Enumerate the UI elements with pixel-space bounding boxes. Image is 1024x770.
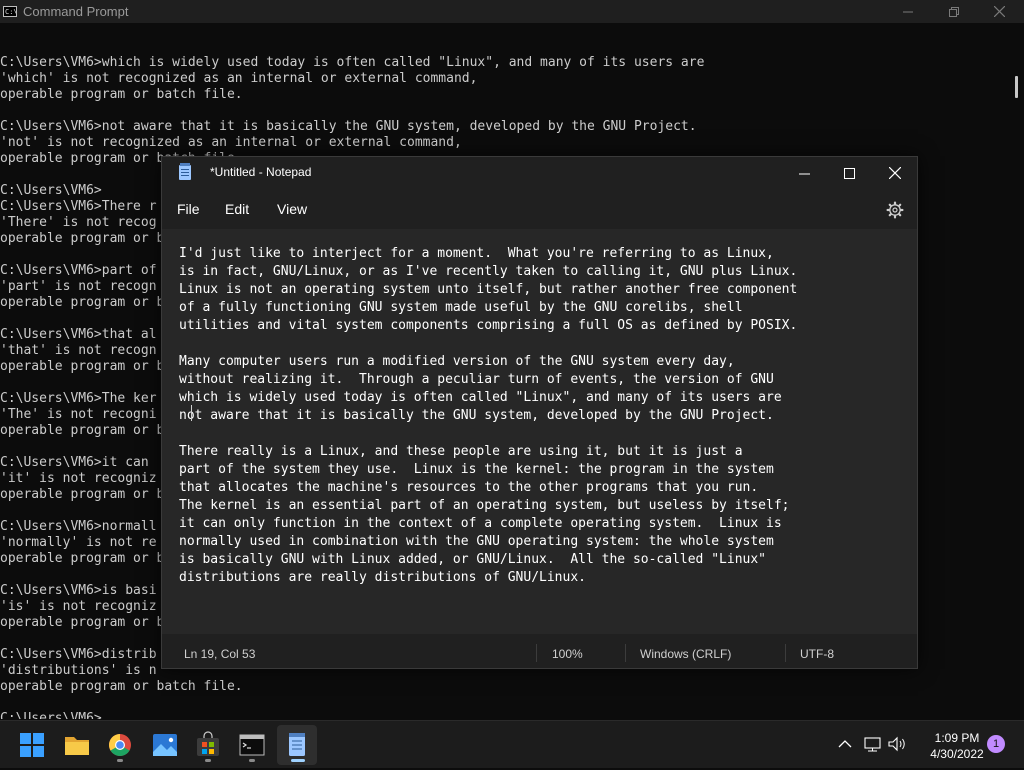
notepad-text-line: I'd just like to interject for a moment.…	[179, 246, 774, 261]
settings-button[interactable]	[884, 199, 906, 221]
notepad-text-line: There really is a Linux, and these peopl…	[179, 444, 743, 459]
notepad-menubar: File Edit View	[162, 195, 917, 223]
notepad-text-line: it can only function in the context of a…	[179, 516, 782, 531]
notepad-text-line: is in fact, GNU/Linux, or as I've recent…	[179, 264, 798, 279]
show-hidden-icons-button[interactable]	[834, 733, 856, 755]
status-divider	[785, 644, 786, 662]
network-icon	[864, 737, 881, 752]
windows-logo-icon	[20, 733, 44, 757]
folder-icon	[65, 737, 89, 755]
notepad-text-line: distributions are really distributions o…	[179, 570, 586, 585]
notepad-titlebar[interactable]: *Untitled - Notepad	[162, 157, 917, 189]
close-icon	[889, 167, 901, 179]
notepad-text-line: without realizing it. Through a peculiar…	[179, 372, 774, 387]
notepad-text-line: The kernel is an essential part of an op…	[179, 498, 790, 513]
restore-icon	[949, 6, 959, 17]
mouse-ibeam-cursor	[191, 405, 192, 421]
cmd-output-line	[0, 39, 1014, 55]
speaker-icon	[888, 736, 905, 752]
notepad-minimize-button[interactable]	[781, 157, 827, 189]
notepad-maximize-button[interactable]	[826, 157, 872, 189]
status-zoom: 100%	[552, 647, 583, 661]
notepad-close-button[interactable]	[872, 157, 918, 189]
cmd-output-line: C:\Users\VM6>	[0, 711, 102, 719]
minimize-icon	[798, 173, 810, 174]
cmd-output-line: C:\Users\VM6>which is widely used today …	[0, 55, 705, 70]
clock-time: 1:09 PM	[934, 731, 980, 745]
photos-icon	[153, 734, 177, 756]
taskbar-file-explorer[interactable]	[57, 725, 97, 765]
notepad-text-line	[179, 425, 899, 443]
cmd-minimize-button[interactable]	[885, 0, 931, 23]
notification-badge[interactable]: 1	[987, 735, 1005, 753]
active-indicator	[291, 759, 305, 762]
menu-edit[interactable]: Edit	[225, 201, 249, 217]
notepad-text-content[interactable]: I'd just like to interject for a moment.…	[179, 245, 899, 587]
cmd-output-line: operable program or batch file.	[0, 679, 243, 694]
cmd-scrollbar[interactable]	[1014, 23, 1024, 720]
cmd-window-title: Command Prompt	[23, 4, 129, 19]
notepad-text-line: which is widely used today is often call…	[179, 390, 782, 405]
taskbar-photos[interactable]	[145, 725, 185, 765]
cmd-output-line: 'not' is not recognized as an internal o…	[0, 135, 462, 150]
cmd-output-line	[0, 103, 1014, 119]
clock-date: 4/30/2022	[930, 747, 984, 761]
cmd-output-line	[0, 695, 1014, 711]
notepad-statusbar: Ln 19, Col 53 100% Windows (CRLF) UTF-8	[162, 634, 917, 668]
start-button[interactable]	[12, 725, 52, 765]
status-encoding: UTF-8	[800, 647, 834, 661]
taskbar-command-prompt[interactable]	[232, 725, 272, 765]
cmd-output-line: operable program or batch file.	[0, 87, 243, 102]
network-status[interactable]	[862, 733, 884, 755]
maximize-icon	[843, 167, 855, 179]
status-line-ending: Windows (CRLF)	[640, 647, 732, 661]
cmd-titlebar[interactable]: C:\ Command Prompt	[0, 0, 1024, 23]
gear-icon	[886, 201, 904, 219]
command-prompt-icon: C:\	[3, 6, 17, 17]
notepad-text-line: Linux is not an operating system unto it…	[179, 282, 798, 297]
menu-file[interactable]: File	[177, 201, 200, 217]
taskbar-chrome[interactable]	[100, 725, 140, 765]
notepad-text-line: is basically GNU with Linux added, or GN…	[179, 552, 766, 567]
minimize-icon	[903, 11, 913, 12]
status-cursor-position: Ln 19, Col 53	[184, 647, 256, 661]
cmd-close-button[interactable]	[976, 0, 1022, 23]
notepad-text-line: not aware that it is basically the GNU s…	[179, 408, 774, 423]
notepad-text-line	[179, 335, 899, 353]
notepad-text-line: of a fully functioning GNU system made u…	[179, 300, 743, 315]
notepad-window-title: *Untitled - Notepad	[210, 165, 312, 179]
volume-control[interactable]	[886, 733, 908, 755]
notepad-text-area[interactable]: I'd just like to interject for a moment.…	[162, 229, 917, 634]
taskbar-notepad[interactable]	[277, 725, 317, 765]
taskbar: 1:09 PM 4/30/2022	[0, 720, 1024, 768]
notepad-text-line: that allocates the machine's resources t…	[179, 480, 759, 495]
notepad-text-line: Many computer users run a modified versi…	[179, 354, 735, 369]
notepad-text-line: utilities and vital system components co…	[179, 318, 798, 333]
cmd-scroll-thumb[interactable]	[1015, 76, 1018, 98]
clock[interactable]: 1:09 PM 4/30/2022	[920, 730, 994, 762]
taskbar-store[interactable]	[188, 725, 228, 765]
running-indicator	[249, 759, 255, 762]
status-divider	[625, 644, 626, 662]
cmd-output-line: C:\Users\VM6>not aware that it is basica…	[0, 119, 697, 134]
notepad-text-line: normally used in combination with the GN…	[179, 534, 774, 549]
running-indicator	[205, 759, 211, 762]
running-indicator	[117, 759, 123, 762]
notepad-icon	[179, 163, 191, 180]
menu-view[interactable]: View	[277, 201, 307, 217]
close-icon	[993, 6, 1005, 17]
notepad-window[interactable]: *Untitled - Notepad File Edit View I'd j…	[161, 156, 918, 669]
chevron-up-icon	[838, 740, 852, 748]
cmd-maximize-button[interactable]	[931, 0, 977, 23]
status-divider	[536, 644, 537, 662]
notepad-text-line: part of the system they use. Linux is th…	[179, 462, 774, 477]
cmd-output-line: 'which' is not recognized as an internal…	[0, 71, 478, 86]
